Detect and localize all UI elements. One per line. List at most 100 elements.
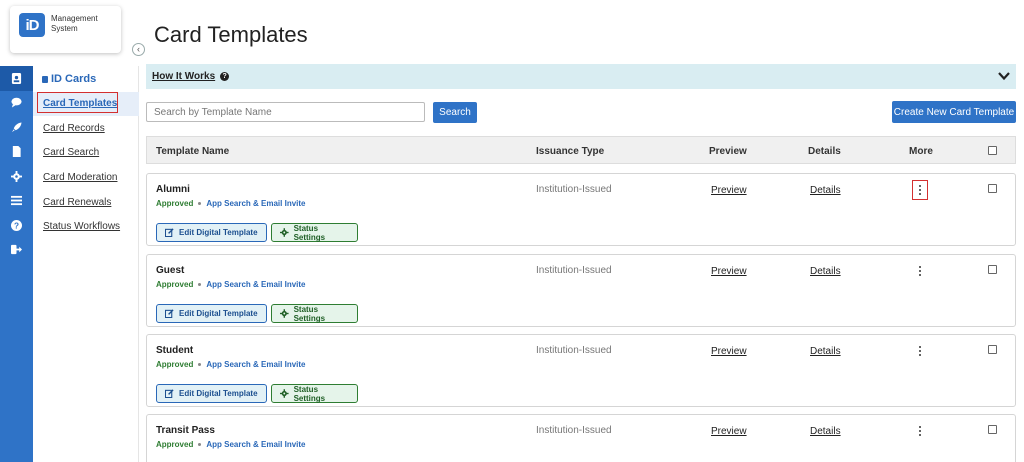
sign-out-icon xyxy=(11,245,22,255)
rail-messages[interactable] xyxy=(0,91,33,116)
sidebar-item-card-moderation[interactable]: Card Moderation xyxy=(43,172,117,183)
list-icon xyxy=(11,196,22,206)
rail-launch[interactable] xyxy=(0,115,33,140)
logo-text: Management System xyxy=(51,14,98,33)
sidebar-item-card-search[interactable]: Card Search xyxy=(43,147,99,158)
help-icon: ? xyxy=(11,219,22,231)
status-badge: Approved xyxy=(156,280,194,289)
preview-link[interactable]: Preview xyxy=(711,266,747,277)
edit-digital-template-button[interactable]: Edit Digital Template xyxy=(156,384,267,403)
gear-icon xyxy=(280,309,289,318)
collapse-sidebar-button[interactable]: ‹ xyxy=(132,43,145,56)
more-options-icon[interactable] xyxy=(912,180,928,200)
template-status: Approved App Search & Email Invite xyxy=(156,280,305,289)
id-card-icon xyxy=(42,75,48,83)
more-options-icon[interactable] xyxy=(912,421,928,441)
table-row: Guest Approved App Search & Email Invite… xyxy=(146,254,1016,327)
question-icon: ? xyxy=(220,72,230,81)
template-name: Guest xyxy=(156,265,185,276)
sidebar-title: ID Cards xyxy=(42,73,96,85)
more-options-icon[interactable] xyxy=(912,341,928,361)
row-checkbox[interactable] xyxy=(988,265,997,274)
separator-dot xyxy=(198,363,202,366)
status-badge: Approved xyxy=(156,360,194,369)
template-name: Alumni xyxy=(156,184,190,195)
document-icon xyxy=(12,146,21,158)
edit-digital-template-label: Edit Digital Template xyxy=(179,309,258,318)
status-settings-label: Status Settings xyxy=(293,304,326,323)
svg-text:?: ? xyxy=(14,221,19,230)
column-more: More xyxy=(909,146,933,157)
details-link[interactable]: Details xyxy=(810,185,841,196)
gear-icon xyxy=(280,389,289,398)
select-all-checkbox[interactable] xyxy=(988,146,997,155)
status-settings-button[interactable]: Status Settings xyxy=(271,384,358,403)
page-title: Card Templates xyxy=(154,22,308,47)
preview-link[interactable]: Preview xyxy=(711,346,747,357)
sidebar-title-label: ID Cards xyxy=(51,73,97,85)
status-settings-button[interactable]: Status Settings xyxy=(271,304,358,323)
sidebar-item-card-renewals[interactable]: Card Renewals xyxy=(43,197,111,208)
column-preview: Preview xyxy=(709,146,747,157)
rocket-icon xyxy=(11,122,22,132)
details-link[interactable]: Details xyxy=(810,346,841,357)
how-it-works-bar[interactable]: How It Works ? xyxy=(146,64,1016,89)
edit-digital-template-label: Edit Digital Template xyxy=(179,228,258,237)
column-details: Details xyxy=(808,146,841,157)
row-checkbox[interactable] xyxy=(988,184,997,193)
app-root: iD Management System ‹ ? ID Cards Card T… xyxy=(0,0,1024,462)
issuance-type: Institution-Issued xyxy=(536,345,612,356)
sidebar-item-status-workflows[interactable]: Status Workflows xyxy=(43,221,120,232)
issuance-type: Institution-Issued xyxy=(536,425,612,436)
status-settings-label: Status Settings xyxy=(293,223,326,242)
details-link[interactable]: Details xyxy=(810,426,841,437)
create-new-card-template-button[interactable]: Create New Card Template xyxy=(892,101,1016,123)
status-badge: Approved xyxy=(156,440,194,449)
gear-icon xyxy=(11,170,22,182)
table-row: Transit Pass Approved App Search & Email… xyxy=(146,414,1016,462)
edit-icon xyxy=(165,309,174,318)
rail-id-cards[interactable] xyxy=(0,66,33,91)
search-input[interactable] xyxy=(146,102,425,122)
edit-digital-template-button[interactable]: Edit Digital Template xyxy=(156,304,267,323)
column-issuance-type: Issuance Type xyxy=(536,146,605,157)
issuance-type: Institution-Issued xyxy=(536,184,612,195)
column-template-name: Template Name xyxy=(156,146,230,157)
edit-icon xyxy=(165,228,174,237)
separator-dot xyxy=(198,202,202,205)
sidebar-item-card-records[interactable]: Card Records xyxy=(43,123,105,134)
how-it-works-label[interactable]: How It Works xyxy=(152,71,215,82)
status-badge: Approved xyxy=(156,199,194,208)
icon-rail: ? xyxy=(0,66,33,462)
search-button[interactable]: Search xyxy=(433,102,477,123)
chevron-down-icon[interactable] xyxy=(998,71,1010,81)
edit-digital-template-button[interactable]: Edit Digital Template xyxy=(156,223,267,242)
rail-help[interactable]: ? xyxy=(0,213,33,238)
id-card-icon xyxy=(11,72,22,84)
template-status: Approved App Search & Email Invite xyxy=(156,360,305,369)
rail-list[interactable] xyxy=(0,189,33,214)
more-options-icon[interactable] xyxy=(912,261,928,281)
logo[interactable]: iD Management System xyxy=(10,6,121,53)
table-row: Alumni Approved App Search & Email Invit… xyxy=(146,173,1016,246)
details-link[interactable]: Details xyxy=(810,266,841,277)
annotation-highlight-box xyxy=(37,92,118,113)
separator-dot xyxy=(198,443,202,446)
table-row: Student Approved App Search & Email Invi… xyxy=(146,334,1016,407)
template-name: Student xyxy=(156,345,194,356)
gear-icon xyxy=(280,228,289,237)
status-settings-button[interactable]: Status Settings xyxy=(271,223,358,242)
template-status: Approved App Search & Email Invite xyxy=(156,199,305,208)
rail-documents[interactable] xyxy=(0,140,33,165)
row-checkbox[interactable] xyxy=(988,425,997,434)
distribution-method: App Search & Email Invite xyxy=(206,360,306,369)
preview-link[interactable]: Preview xyxy=(711,426,747,437)
rail-sign-out[interactable] xyxy=(0,238,33,263)
distribution-method: App Search & Email Invite xyxy=(206,199,306,208)
edit-digital-template-label: Edit Digital Template xyxy=(179,389,258,398)
row-checkbox[interactable] xyxy=(988,345,997,354)
preview-link[interactable]: Preview xyxy=(711,185,747,196)
rail-settings[interactable] xyxy=(0,164,33,189)
edit-icon xyxy=(165,389,174,398)
template-status: Approved App Search & Email Invite xyxy=(156,440,305,449)
